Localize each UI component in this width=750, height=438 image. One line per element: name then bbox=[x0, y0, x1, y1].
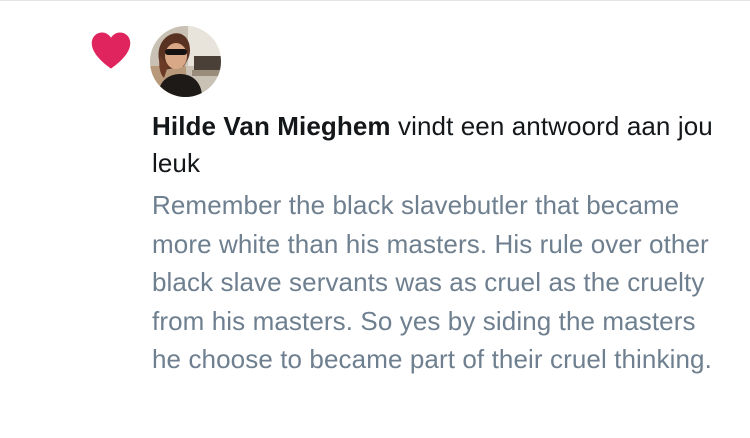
top-divider bbox=[0, 0, 750, 1]
notification: Hilde Van Mieghem vindt een antwoord aan… bbox=[152, 108, 732, 379]
avatar[interactable] bbox=[150, 26, 221, 97]
notification-headline: Hilde Van Mieghem vindt een antwoord aan… bbox=[152, 108, 732, 182]
avatar-photo bbox=[150, 26, 221, 97]
user-name[interactable]: Hilde Van Mieghem bbox=[152, 111, 391, 141]
heart-icon bbox=[91, 32, 131, 69]
reply-text[interactable]: Remember the black slavebutler that beca… bbox=[152, 186, 712, 379]
